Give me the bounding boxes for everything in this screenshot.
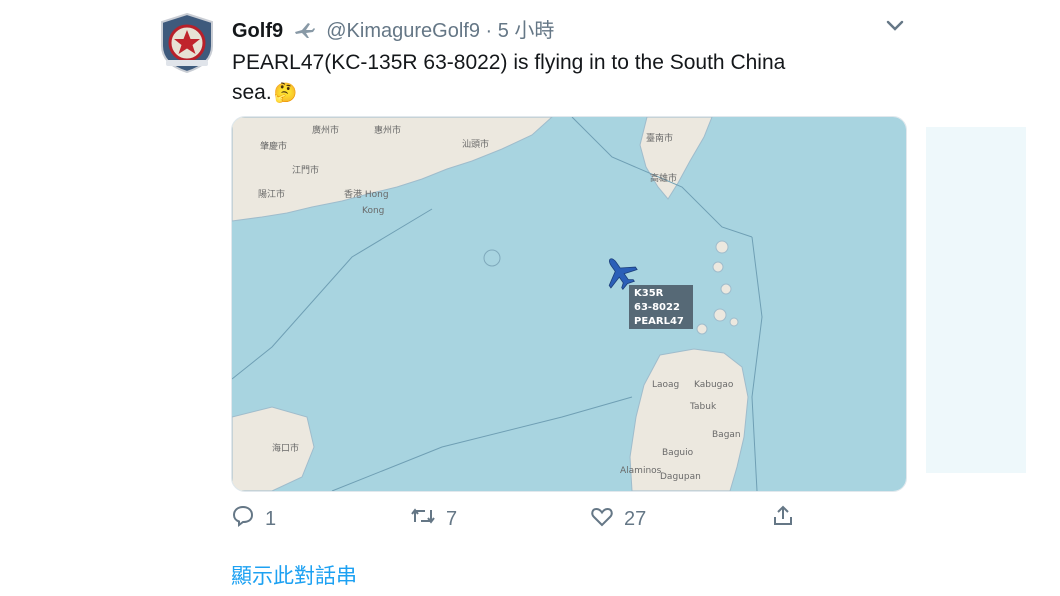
map-image[interactable]: 廣州市 惠州市 汕頭市 肇慶市 江門市 陽江市 香港 Hong Kong 臺南市… — [231, 116, 907, 492]
track-label: 63-8022 — [634, 302, 680, 313]
action-bar: 1 7 27 — [0, 504, 1060, 536]
display-name[interactable]: Golf9 — [232, 20, 283, 42]
handle[interactable]: @KimagureGolf9 — [326, 20, 480, 42]
map-label: Dagupan — [660, 472, 701, 482]
map-label: 陽江市 — [258, 188, 285, 200]
reply-count: 1 — [265, 507, 277, 530]
map-label: 高雄市 — [650, 172, 677, 184]
map-label: 惠州市 — [374, 124, 401, 136]
track-label: K35R — [634, 288, 664, 299]
map-label: 汕頭市 — [462, 138, 489, 150]
tweet-text-line: sea. — [232, 81, 272, 104]
retweet-count: 7 — [446, 507, 458, 530]
tweet-header: Golf9 @KimagureGolf9 · 5 小時 — [232, 14, 554, 43]
share-icon — [771, 504, 795, 534]
timestamp[interactable]: 5 小時 — [498, 20, 555, 42]
map-label: 江門市 — [292, 164, 319, 176]
like-icon — [590, 504, 614, 534]
map-label: Tabuk — [689, 402, 717, 412]
tweet-text: PEARL47(KC-135R 63-8022) is flying in to… — [232, 48, 892, 109]
like-count: 27 — [624, 507, 647, 530]
retweet-button[interactable]: 7 — [410, 504, 457, 534]
share-button[interactable] — [771, 504, 795, 534]
retweet-icon — [410, 504, 436, 534]
map-label: 海口市 — [272, 442, 299, 454]
plane-emoji-icon — [293, 21, 315, 39]
map-label: Kabugao — [694, 380, 734, 390]
track-label: PEARL47 — [634, 316, 684, 327]
map-label: Baguio — [662, 448, 694, 458]
avatar[interactable] — [158, 12, 216, 74]
map-label: Laoag — [652, 380, 679, 390]
map-label: 香港 Hong — [344, 188, 389, 200]
separator: · — [485, 20, 493, 42]
reply-button[interactable]: 1 — [231, 504, 276, 534]
map-label: 廣州市 — [312, 124, 339, 136]
map-label: Alaminos — [620, 466, 662, 476]
reply-icon — [231, 504, 255, 534]
map-label: 肇慶市 — [260, 140, 287, 152]
chevron-down-icon[interactable] — [884, 14, 906, 36]
thinking-emoji: 🤔 — [273, 83, 298, 104]
show-thread-link[interactable]: 顯示此對話串 — [231, 560, 357, 590]
map-label: Bagan — [712, 430, 741, 440]
like-button[interactable]: 27 — [590, 504, 646, 534]
tweet-text-line: PEARL47(KC-135R 63-8022) is flying in to… — [232, 51, 786, 74]
map-label: Kong — [362, 206, 384, 216]
map-label: 臺南市 — [646, 132, 673, 144]
adjacent-media-preview — [926, 127, 1026, 473]
